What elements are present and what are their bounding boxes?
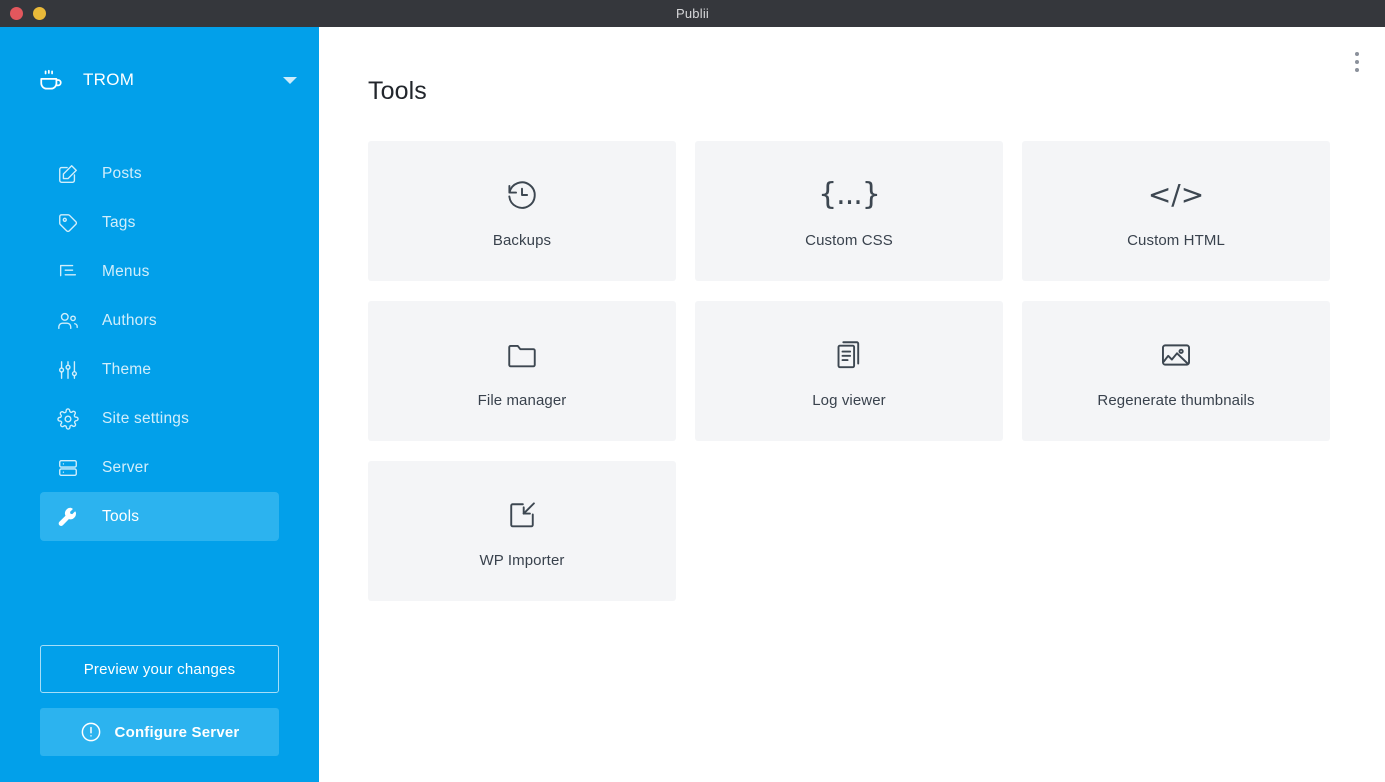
sidebar-item-tools[interactable]: Tools — [40, 492, 279, 541]
sidebar-actions: Preview your changes Configure Server — [40, 645, 279, 756]
documents-icon — [832, 333, 866, 377]
kebab-menu-icon[interactable] — [1343, 45, 1371, 79]
tag-icon — [56, 211, 80, 235]
kebab-dot — [1355, 60, 1359, 64]
tool-card-file-manager[interactable]: File manager — [368, 301, 676, 441]
tool-card-regenerate-thumbnails[interactable]: Regenerate thumbnails — [1022, 301, 1330, 441]
tool-card-backups[interactable]: Backups — [368, 141, 676, 281]
sidebar-item-label: Authors — [102, 311, 157, 329]
configure-server-button[interactable]: Configure Server — [40, 708, 279, 756]
sidebar-item-menus[interactable]: Menus — [40, 247, 279, 296]
tool-card-label: Backups — [492, 232, 552, 249]
sidebar-item-label: Site settings — [102, 409, 190, 427]
server-icon — [56, 456, 80, 480]
chevron-down-icon[interactable] — [283, 76, 297, 84]
window-titlebar: Publii — [0, 0, 1385, 27]
code-tags-icon: </> — [1148, 173, 1204, 217]
kebab-dot — [1355, 52, 1359, 56]
sidebar-item-label: Server — [102, 458, 149, 476]
sidebar-item-label: Posts — [102, 164, 142, 182]
history-clock-icon — [505, 173, 539, 217]
tool-card-label: Log viewer — [812, 392, 886, 409]
tool-card-label: Custom HTML — [1127, 232, 1225, 249]
sidebar-item-posts[interactable]: Posts — [40, 149, 279, 198]
configure-server-label: Configure Server — [114, 723, 240, 741]
sidebar-item-site-settings[interactable]: Site settings — [40, 394, 279, 443]
sidebar-item-label: Tags — [102, 213, 136, 231]
site-switcher[interactable]: TROM — [0, 55, 319, 105]
publii-app-window: Publii TROM Posts Tags Menus Authors The… — [0, 0, 1385, 782]
sliders-icon — [56, 358, 80, 382]
alert-circle-icon — [80, 721, 102, 743]
main-content: Tools Backups {...} Custom CSS </> Custo… — [319, 27, 1385, 782]
code-tags-glyph: </> — [1147, 178, 1205, 211]
tool-card-label: Custom CSS — [805, 232, 893, 249]
tool-card-label: WP Importer — [479, 552, 565, 569]
curly-braces-glyph: {...} — [818, 177, 881, 212]
folder-icon — [505, 333, 539, 377]
wrench-icon — [56, 505, 80, 529]
tool-card-wp-importer[interactable]: WP Importer — [368, 461, 676, 601]
sidebar-item-label: Tools — [102, 507, 140, 525]
gear-icon — [56, 407, 80, 431]
curly-braces-icon: {...} — [818, 173, 881, 217]
page-title: Tools — [368, 77, 427, 105]
preview-changes-button[interactable]: Preview your changes — [40, 645, 279, 693]
sidebar-item-label: Menus — [102, 262, 150, 280]
import-box-icon — [505, 493, 539, 537]
tools-grid: Backups {...} Custom CSS </> Custom HTML — [368, 141, 1330, 601]
sidebar: TROM Posts Tags Menus Authors Theme Site… — [0, 27, 319, 782]
image-icon — [1159, 333, 1193, 377]
coffee-cup-icon — [38, 67, 64, 93]
minimize-window-button[interactable] — [33, 7, 46, 20]
tool-card-custom-css[interactable]: {...} Custom CSS — [695, 141, 1003, 281]
tool-card-label: Regenerate thumbnails — [1097, 392, 1255, 409]
tool-card-label: File manager — [477, 392, 567, 409]
site-name: TROM — [83, 70, 135, 89]
sidebar-item-authors[interactable]: Authors — [40, 296, 279, 345]
close-window-button[interactable] — [10, 7, 23, 20]
edit-square-icon — [56, 162, 80, 186]
sidebar-item-server[interactable]: Server — [40, 443, 279, 492]
window-title: Publii — [676, 6, 709, 21]
tool-card-log-viewer[interactable]: Log viewer — [695, 301, 1003, 441]
sidebar-item-tags[interactable]: Tags — [40, 198, 279, 247]
menu-list-icon — [56, 260, 80, 284]
sidebar-item-theme[interactable]: Theme — [40, 345, 279, 394]
window-controls — [10, 0, 46, 27]
sidebar-item-label: Theme — [102, 360, 152, 378]
users-icon — [56, 309, 80, 333]
sidebar-nav: Posts Tags Menus Authors Theme Site sett… — [0, 149, 319, 541]
kebab-dot — [1355, 68, 1359, 72]
tool-card-custom-html[interactable]: </> Custom HTML — [1022, 141, 1330, 281]
